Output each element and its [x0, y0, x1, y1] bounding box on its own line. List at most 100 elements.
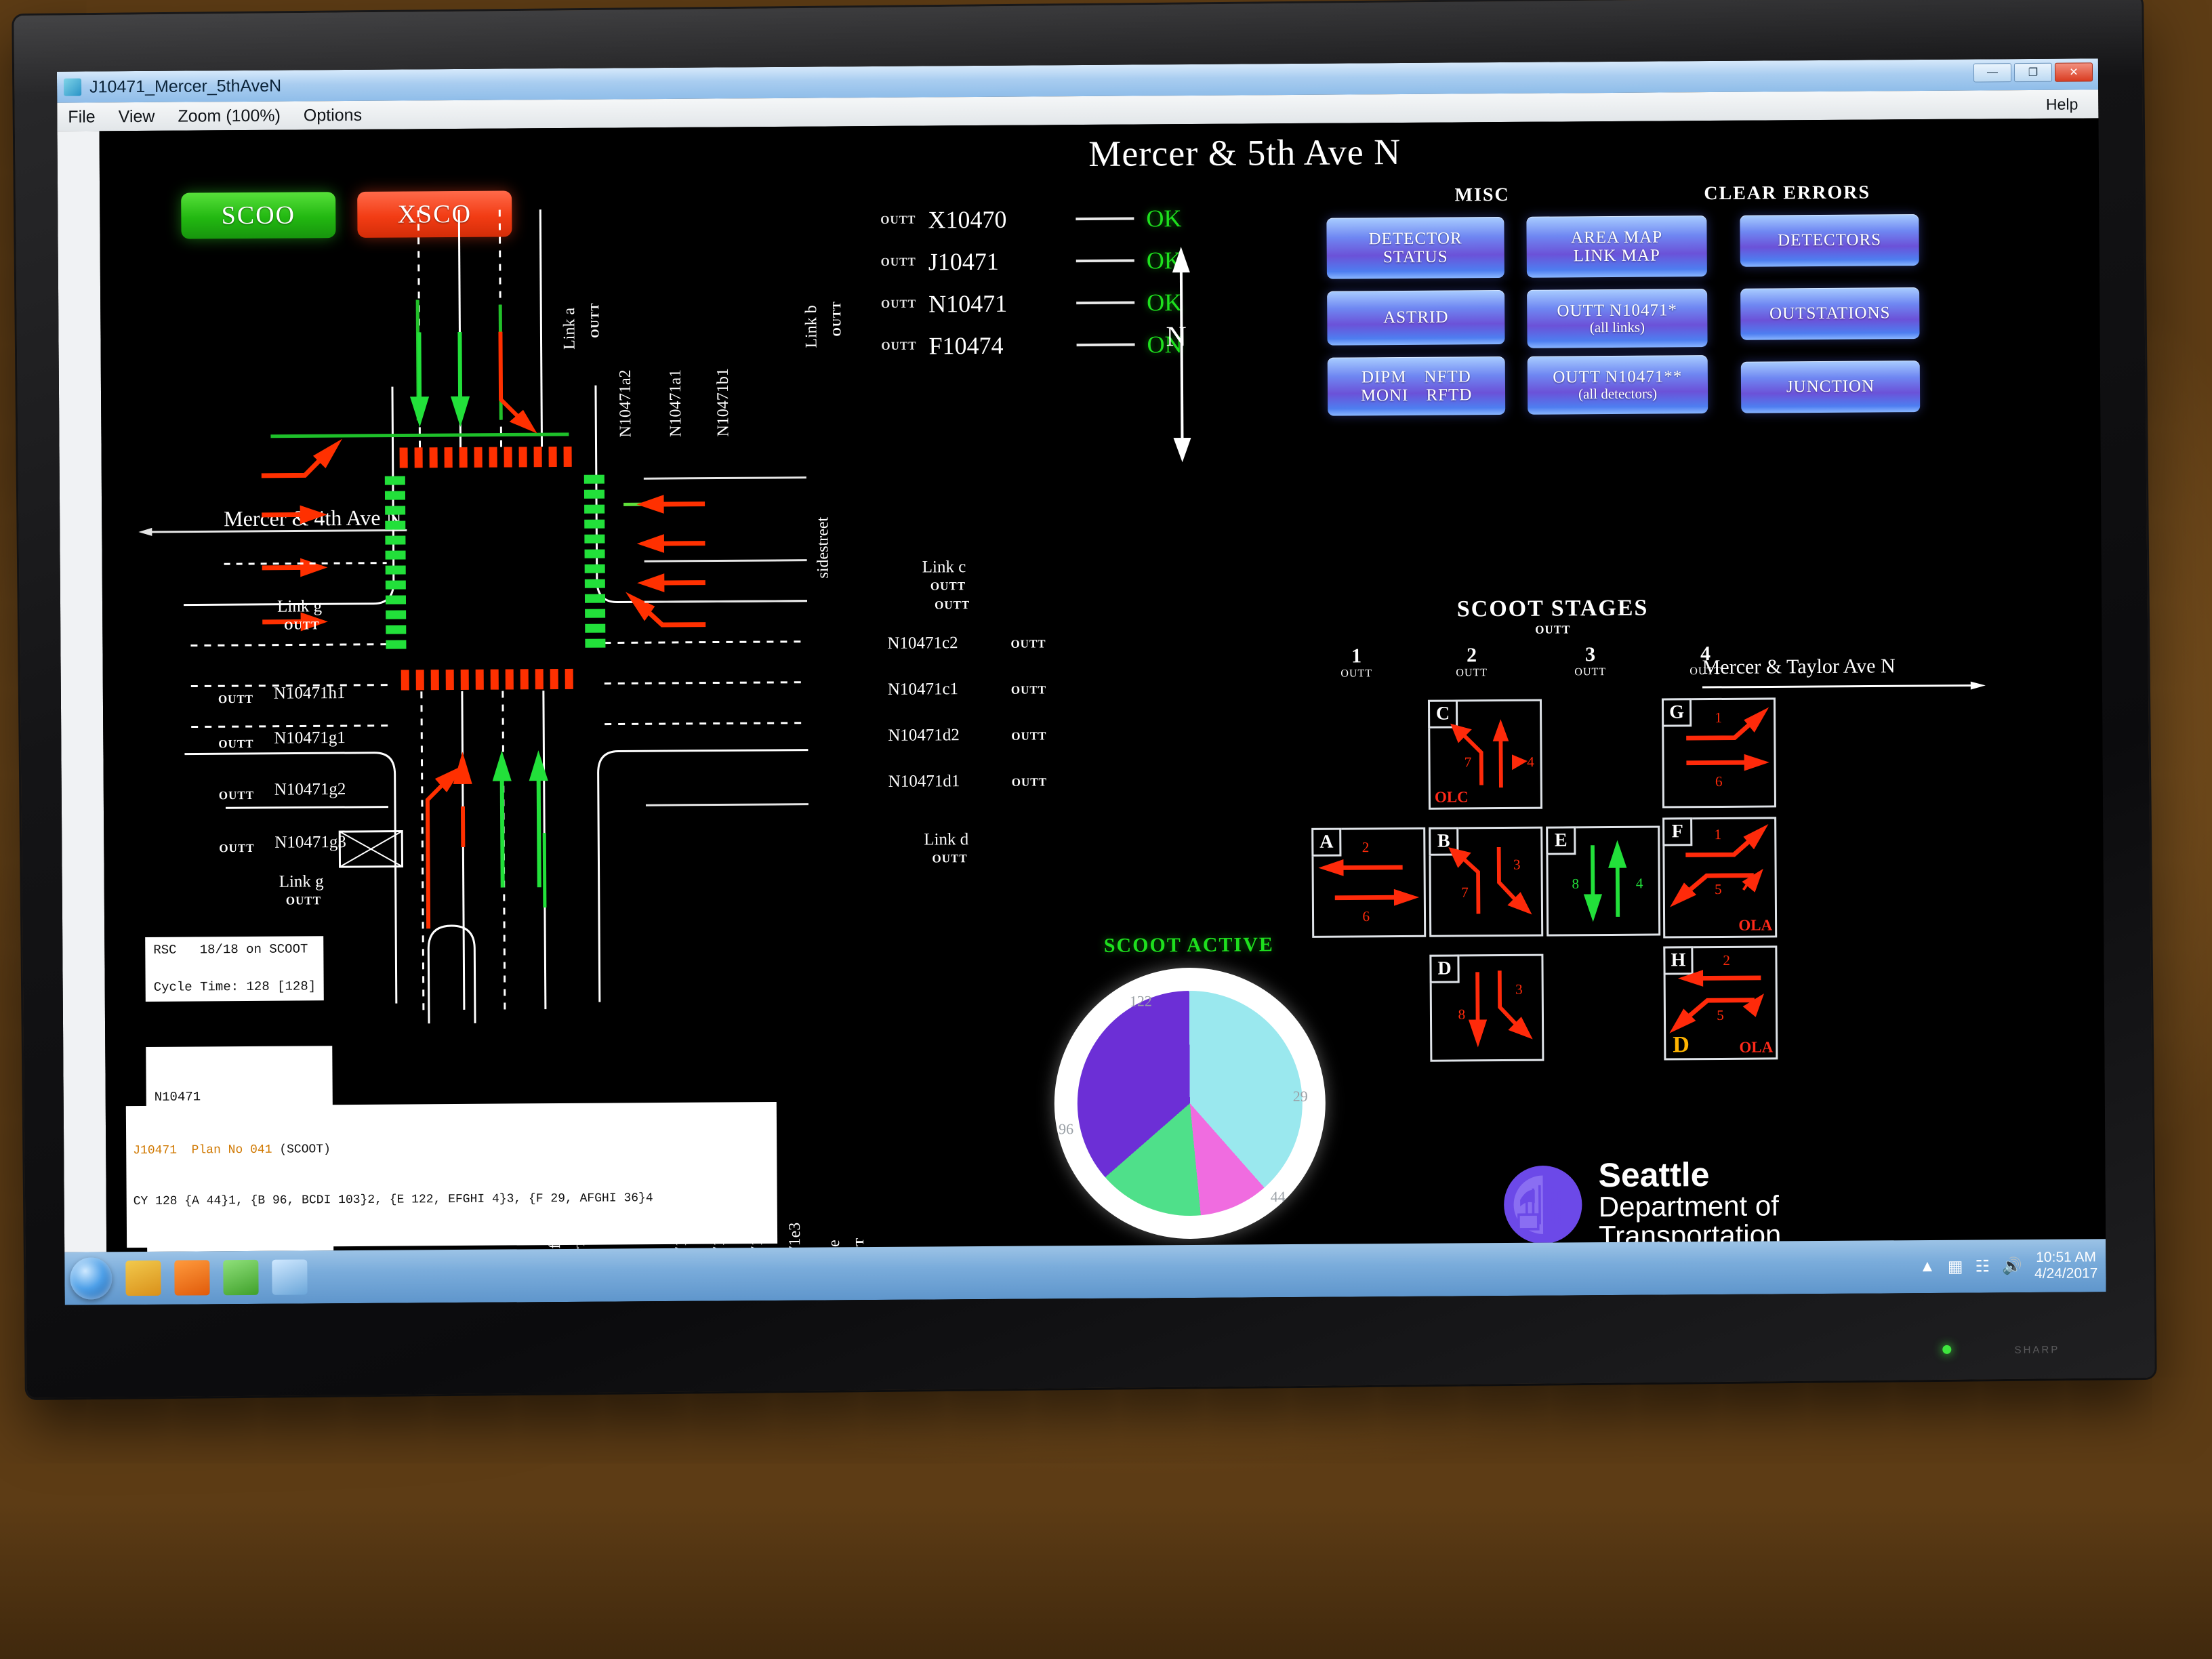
clock-time: 10:51 AM [2036, 1249, 2097, 1265]
stage-box-f[interactable]: F 1 5 OLA [1662, 817, 1778, 939]
status-value: OK [1146, 205, 1182, 232]
scoot-active-pie-chart: 122 29 44 96 [1053, 966, 1327, 1240]
outt-n10471-all-detectors-button[interactable]: OUTT N10471** (all detectors) [1527, 355, 1708, 415]
menu-view[interactable]: View [119, 106, 155, 126]
outt-all-links-sub: (all links) [1589, 319, 1645, 336]
volume-icon[interactable]: 🔊 [2002, 1256, 2022, 1276]
north-arrow-icon [1172, 247, 1191, 463]
seattle-city-seal-icon [1504, 1166, 1582, 1244]
menu-options[interactable]: Options [304, 105, 362, 125]
right-link-label-d1: N10471d1 [888, 772, 960, 791]
left-link-label-h1: N10471h1 [273, 684, 346, 703]
stage-number-1-value: 1 [1351, 644, 1362, 668]
top-link-label-a1: N10471a1 [666, 369, 685, 437]
link-c-outt: OUTT [930, 579, 966, 593]
svg-text:6: 6 [1715, 773, 1723, 790]
svg-text:5: 5 [1715, 881, 1722, 897]
close-button[interactable]: ✕ [2054, 62, 2093, 82]
astrid-button[interactable]: ASTRID [1327, 289, 1505, 346]
left-link-label-g3: N10471g3 [274, 833, 346, 852]
system-tray[interactable]: ▲ ▦ ☷ 🔊 10:51 AM 4/24/2017 [1919, 1239, 2098, 1293]
svg-text:7: 7 [1461, 884, 1469, 901]
scoot-stages-sub: OUTT [1535, 623, 1571, 636]
clock-date: 4/24/2017 [2034, 1265, 2098, 1282]
status-dash [1076, 301, 1135, 305]
window-controls[interactable]: — ❐ ✕ [1973, 62, 2093, 83]
stage-box-e[interactable]: E 8 4 [1546, 825, 1661, 937]
stage-c-olc-label: OLC [1434, 788, 1469, 806]
taskbar-icon-1[interactable] [125, 1260, 161, 1296]
area-map-link-map-button[interactable]: AREA MAP LINK MAP [1526, 216, 1707, 278]
clear-errors-heading: CLEAR ERRORS [1704, 182, 1871, 205]
svg-text:4: 4 [1527, 754, 1534, 770]
dipm-moni-button[interactable]: DIPM NFTD MONI RFTD [1327, 356, 1506, 416]
minimize-button[interactable]: — [1973, 63, 2012, 83]
link-b-label: Link b [802, 305, 821, 348]
pie-slices [1076, 989, 1303, 1217]
stage-e-arrows: 8 4 [1572, 840, 1643, 922]
scoot-stages-heading: SCOOT STAGES OUTT [1376, 595, 1729, 638]
left-outt-g2: OUTT [218, 788, 255, 802]
plan-junction-id: J10471 [133, 1143, 178, 1158]
maximize-button[interactable]: ❐ [2013, 62, 2053, 83]
pie-label-0: 122 [1129, 992, 1152, 1010]
menu-help[interactable]: Help [2046, 90, 2078, 119]
link-a-label: Link a [560, 307, 579, 350]
svg-text:3: 3 [1515, 981, 1523, 998]
stage-number-3-value: 3 [1584, 643, 1596, 666]
taskbar-icon-3[interactable] [223, 1259, 259, 1296]
detector-status-button[interactable]: DETECTOR STATUS [1326, 216, 1504, 279]
stage-box-a[interactable]: A 2 6 [1311, 827, 1427, 938]
right-outt-c2: OUTT [1010, 637, 1046, 651]
svg-text:2: 2 [1362, 839, 1370, 855]
status-dash [1076, 343, 1135, 347]
network-battery-icon[interactable]: ▦ [1948, 1256, 1963, 1276]
stage-box-c[interactable]: C 7 4 OLC [1427, 699, 1543, 810]
top-link-label-a2: N10471a2 [616, 369, 635, 438]
stage-box-g[interactable]: G 1 6 [1661, 697, 1777, 808]
link-a-outt: OUTT [588, 302, 602, 338]
taskbar-icon-4[interactable] [272, 1259, 308, 1295]
clear-outstations-button[interactable]: OUTSTATIONS [1740, 287, 1920, 340]
show-hidden-icons-chevron-icon[interactable]: ▲ [1919, 1257, 1936, 1276]
power-led-indicator [1942, 1345, 1952, 1354]
menu-zoom[interactable]: Zoom (100%) [178, 106, 281, 126]
plan-line-2: CY 128 {A 44}1, {B 96, BCDI 103}2, {E 12… [133, 1191, 653, 1209]
plan-number: Plan No 041 [191, 1143, 272, 1158]
nftd-label: NFTD [1424, 367, 1471, 386]
taskbar-icon-2[interactable] [174, 1260, 210, 1296]
link-d-label: Link d [924, 830, 969, 849]
misc-heading: MISC [1454, 184, 1510, 206]
app-icon [64, 78, 82, 96]
window-left-gutter [57, 131, 107, 1252]
outt-n10471-all-links-button[interactable]: OUTT N10471* (all links) [1527, 289, 1708, 348]
stage-box-h[interactable]: H 2 5 D OLA [1663, 945, 1778, 1061]
clear-junction-button[interactable]: JUNCTION [1740, 361, 1921, 413]
outt-all-detectors-sub: (all detectors) [1578, 385, 1658, 403]
clear-outstations-label: OUTSTATIONS [1769, 304, 1891, 323]
stage-box-d[interactable]: D 8 3 [1429, 954, 1544, 1062]
taskbar-clock[interactable]: 10:51 AM 4/24/2017 [2034, 1249, 2098, 1282]
start-button[interactable] [70, 1257, 112, 1300]
signal-bars-icon[interactable]: ☷ [1975, 1256, 1990, 1276]
plan-status-strip: J10471 Plan No 041 (SCOOT) CY 128 {A 44}… [125, 1101, 778, 1248]
clear-detectors-label: DETECTORS [1778, 230, 1882, 250]
stage-number-3: 3 OUTT [1566, 643, 1614, 678]
pie-label-1: 29 [1292, 1087, 1308, 1105]
right-link-label-c1: N10471c1 [887, 680, 959, 699]
left-outt-g3: OUTT [219, 841, 255, 855]
stage-number-2: 2 OUTT [1448, 644, 1495, 679]
page-title: Mercer & 5th Ave N [1088, 131, 1401, 174]
outt-all-detectors-line1: OUTT N10471** [1553, 367, 1683, 387]
left-outt-h1: OUTT [218, 692, 254, 706]
stage-box-b[interactable]: B 7 3 [1429, 826, 1544, 937]
clear-detectors-button[interactable]: DETECTORS [1740, 214, 1919, 267]
menu-file[interactable]: File [68, 107, 95, 127]
outt-all-links-line1: OUTT N10471* [1557, 301, 1678, 321]
link-g-bottom-label: Link g [279, 872, 324, 891]
moni-label: MONI [1360, 386, 1409, 405]
link-g-bottom-outt: OUTT [285, 894, 322, 907]
wall-mounted-monitor: SHARP J10471_Mercer_5thAveN — ❐ ✕ File V… [14, 0, 2155, 1399]
mercer-taylor-label: Mercer & Taylor Ave N [1702, 655, 1896, 679]
sdot-line1: Seattle [1598, 1155, 1710, 1195]
